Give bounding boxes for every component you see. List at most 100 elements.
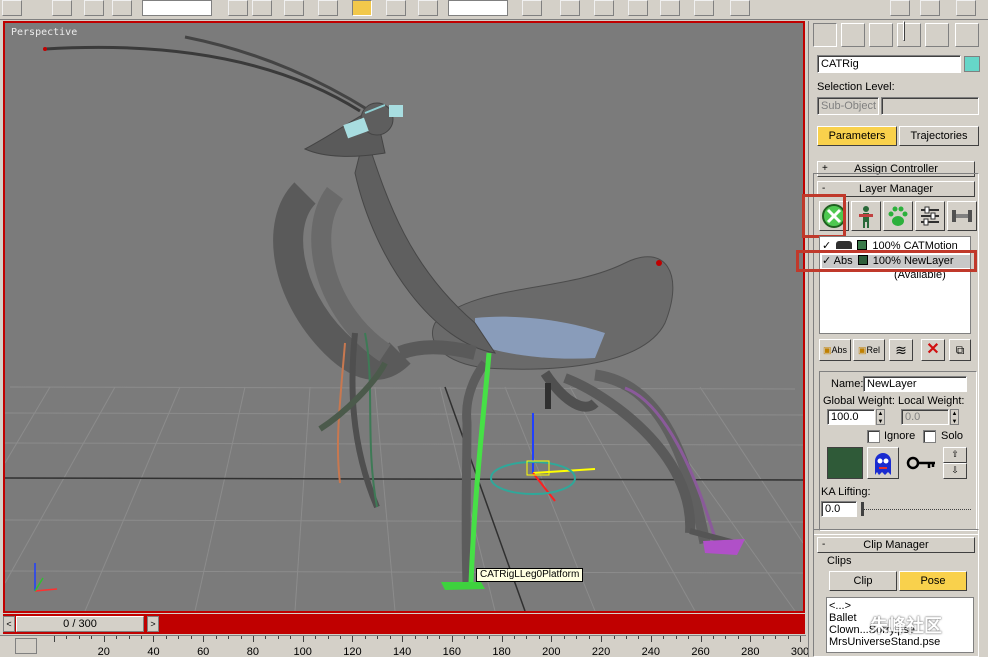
viewport-label[interactable]: Perspective [11,27,77,38]
tab-trajectories[interactable]: Trajectories [899,126,979,146]
move-icon[interactable] [352,0,372,16]
rel-label: Rel [866,345,881,355]
utilities-tab-icon[interactable] [955,23,979,47]
select-by-name-icon[interactable] [252,0,272,16]
named-selection-icon[interactable] [730,0,750,16]
rollout-title: Layer Manager [859,183,933,195]
display-tab-icon[interactable] [925,23,949,47]
percent-snap-icon[interactable] [660,0,680,16]
ruler-tick-label: 300 [790,646,810,657]
ruler-minor-tick [712,636,714,639]
paw-animation-button[interactable] [883,201,913,231]
solo-checkbox[interactable] [923,430,936,443]
spinner-snap-icon[interactable] [694,0,714,16]
move-layer-down-button[interactable]: ⇩ [943,463,967,479]
bind-space-warp-icon[interactable] [112,0,132,16]
add-rel-layer-button[interactable]: ▣Rel [853,339,885,361]
rotate-icon[interactable] [386,0,406,16]
solo-label: Solo [941,430,964,442]
select-manipulate-icon[interactable] [560,0,580,16]
reference-coordinate-dropdown[interactable] [448,0,508,16]
layer-stack-button[interactable]: ≋ [889,339,913,361]
ruler-minor-tick [476,636,478,639]
link-icon[interactable] [52,0,72,16]
move-layer-up-button[interactable]: ⇧ [943,447,967,463]
ruler-minor-tick [526,636,528,639]
select-object-icon[interactable] [228,0,248,16]
track-ruler[interactable]: 20 40 60 80 100 120 140 160 180 200 220 240 260 280 30… [50,636,810,657]
arrow-up-icon: ⇧ [951,449,959,459]
window-crossing-icon[interactable] [318,0,338,16]
motion-tab-icon[interactable] [897,23,921,47]
object-color-swatch[interactable] [964,56,980,72]
ka-lifting-field[interactable]: 0.0 [821,501,857,517]
abs-rel-setup-button[interactable] [851,201,881,231]
copy-layer-button[interactable]: ⧉ [949,339,971,361]
ruler-tick-label: 120 [343,646,362,657]
ruler-minor-tick [700,636,702,642]
hierarchy-tab-icon[interactable] [869,23,893,47]
ruler-minor-tick [153,636,155,642]
time-slider-thumb[interactable]: 0 / 300 [16,616,144,632]
time-next-button[interactable]: > [147,616,159,632]
ruler-minor-tick [165,636,167,639]
global-weight-field[interactable]: 100.0 [827,409,875,425]
snaps-toggle-icon[interactable] [594,0,614,16]
pivot-center-icon[interactable] [522,0,542,16]
ruler-tick-label: 240 [641,646,660,657]
modify-tab-icon[interactable] [841,23,865,47]
ruler-minor-tick [588,636,590,639]
clip-manager-rollout[interactable]: - Clip Manager [817,537,975,553]
clip-button[interactable]: Clip [829,571,897,591]
layer-settings-button[interactable] [915,201,945,231]
clip-list-item[interactable]: <...> [829,600,971,612]
object-name-field[interactable]: CATRig [817,55,961,73]
layer-name-field[interactable]: NewLayer [863,376,967,392]
create-tab-icon[interactable] [813,23,837,47]
angle-snap-icon[interactable] [628,0,648,16]
sub-object-dropdown[interactable] [881,97,979,115]
ruler-minor-tick [265,636,267,639]
delete-layer-button[interactable]: ✕ [921,339,945,361]
ka-lifting-slider-thumb[interactable] [861,502,864,516]
ruler-minor-tick [538,636,540,639]
key-icon[interactable] [905,451,939,475]
layer-color-button[interactable] [827,447,863,479]
rectangular-selection-icon[interactable] [284,0,304,16]
ka-lifting-slider-track[interactable] [861,509,971,510]
ruler-minor-tick [315,636,317,639]
add-abs-layer-button[interactable]: ▣Abs [819,339,851,361]
key-glyph [906,456,935,470]
ruler-minor-tick [228,636,230,639]
pose-button[interactable]: Pose [899,571,967,591]
align-icon[interactable] [920,0,940,16]
ruler-minor-tick [800,636,801,642]
undo-icon[interactable] [2,0,22,16]
ruler-minor-tick [377,636,379,639]
ignore-checkbox[interactable] [867,430,880,443]
ruler-minor-tick [787,636,789,639]
ruler-minor-tick [327,636,329,639]
sub-object-button[interactable]: Sub-Object [817,97,879,115]
curve-editor-icon[interactable] [15,638,37,654]
unlink-icon[interactable] [84,0,104,16]
ghost-button[interactable] [867,447,899,479]
global-weight-spinner[interactable]: ▲ ▼ [876,409,885,425]
tab-parameters[interactable]: Parameters [817,126,897,146]
arrow-down-icon: ⇩ [951,465,959,475]
weight-curve-button[interactable] [947,201,977,231]
scale-icon[interactable] [418,0,438,16]
ruler-minor-tick [613,636,615,639]
ruler-minor-tick [750,636,752,642]
ruler-minor-tick [563,636,565,639]
perspective-viewport[interactable]: Perspective CATRigLLeg0Platform [3,21,805,613]
selection-filter-dropdown[interactable] [142,0,212,16]
local-weight-field[interactable]: 0.0 [901,409,949,425]
time-prev-button[interactable]: < [3,616,15,632]
local-weight-spinner[interactable]: ▲ ▼ [950,409,959,425]
ruler-minor-tick [389,636,391,639]
layer-manager-icon[interactable] [956,0,976,16]
mirror-icon[interactable] [890,0,910,16]
main-toolbar [0,0,988,20]
rel-icon: ▣ [857,345,867,355]
